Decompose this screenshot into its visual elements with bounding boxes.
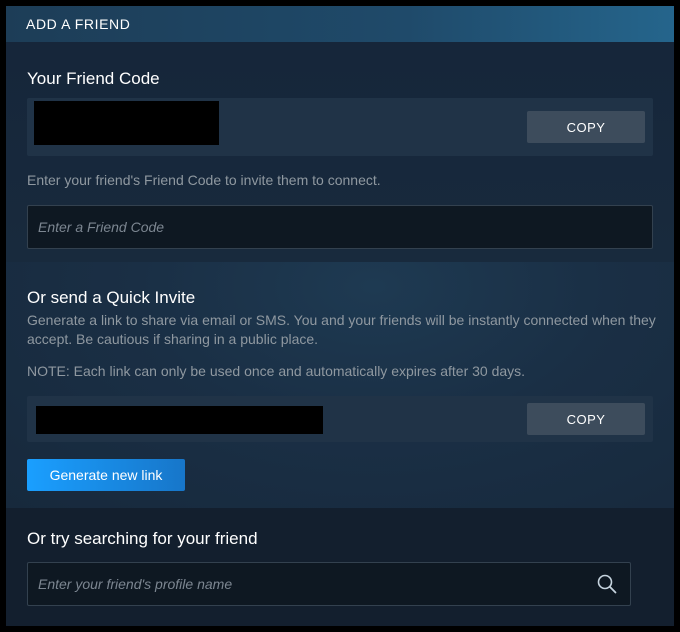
invite-link-box: COPY — [27, 396, 653, 442]
generate-new-link-button[interactable]: Generate new link — [27, 459, 185, 491]
friend-code-input[interactable]: Enter a Friend Code — [27, 205, 653, 249]
profile-search-placeholder: Enter your friend's profile name — [38, 576, 233, 592]
search-icon[interactable] — [596, 573, 618, 595]
copy-friend-code-button[interactable]: COPY — [527, 111, 645, 143]
copy-invite-link-button[interactable]: COPY — [527, 403, 645, 435]
invite-link-redacted — [36, 406, 323, 434]
search-title: Or try searching for your friend — [27, 529, 258, 548]
friend-code-section: Your Friend Code COPY Enter your friend'… — [6, 42, 674, 262]
add-friend-panel: ADD A FRIEND Your Friend Code COPY Enter… — [6, 6, 674, 626]
panel-title: ADD A FRIEND — [26, 16, 131, 32]
quick-invite-section: Or send a Quick Invite Generate a link t… — [6, 262, 674, 508]
friend-code-title: Your Friend Code — [27, 69, 160, 88]
quick-invite-title: Or send a Quick Invite — [27, 288, 196, 307]
friend-code-redacted — [34, 101, 219, 145]
search-section: Or try searching for your friend Enter y… — [6, 508, 674, 626]
friend-code-box: COPY — [27, 98, 653, 156]
profile-search-input[interactable]: Enter your friend's profile name — [27, 562, 631, 606]
friend-code-instructions: Enter your friend's Friend Code to invit… — [27, 172, 381, 188]
quick-invite-note: NOTE: Each link can only be used once an… — [27, 363, 526, 379]
quick-invite-description: Generate a link to share via email or SM… — [27, 312, 656, 347]
panel-header: ADD A FRIEND — [6, 6, 674, 42]
